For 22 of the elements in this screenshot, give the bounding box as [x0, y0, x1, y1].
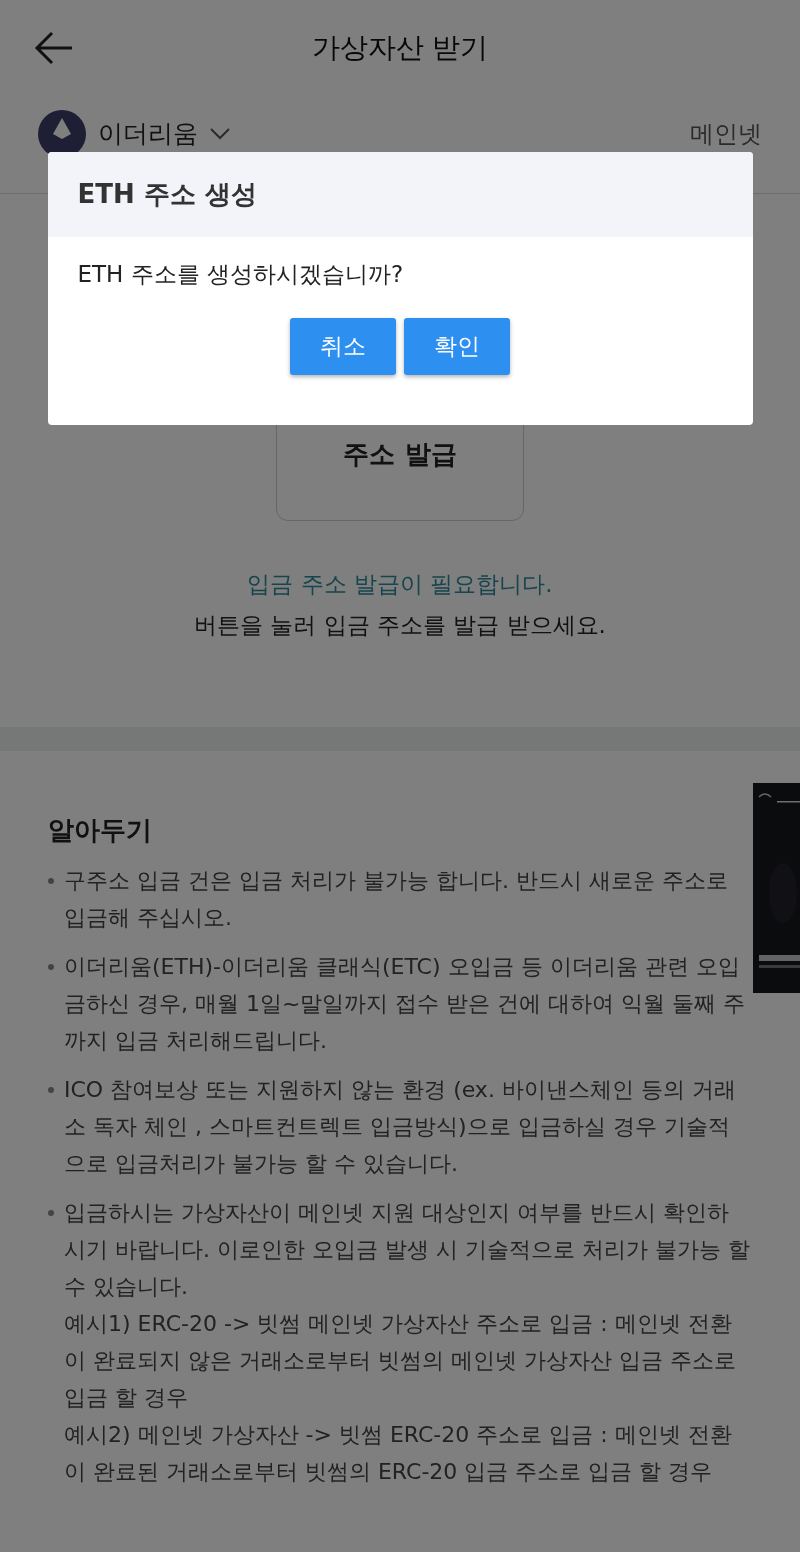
note-text: 이더리움(ETH)-이더리움 클래식(ETC) 오입금 등 이더리움 관련 오입금하신 경우, 매월 1일~말일까지 접수 받은 건에 대하여 익월 둘째 주까지 입금 처리해드립니다.	[64, 953, 747, 1055]
note-text: 입금하시는 가상자산이 메인넷 지원 대상인지 여부를 반드시 확인하시기 바랍니다. 이로인한 오입금 발생 시 기술적으로 처리가 불가능 할 수 있습니다.	[64, 1199, 750, 1301]
note-text: 구주소 입금 건은 입금 처리가 불가능 합니다. 반드시 새로운 주소로 입금해 주십시오.	[64, 867, 729, 932]
bullet-icon	[48, 878, 54, 884]
back-arrow-icon[interactable]	[34, 30, 74, 66]
dialog-title: ETH 주소 생성	[77, 178, 257, 211]
notes-title: 알아두기	[48, 814, 153, 847]
example-text: 예시2) 메인넷 가상자산 -> 빗썸 ERC-20 주소로 입금 : 메인넷 전환이 완료된 거래소로부터 빗썸의 ERC-20 입금 주소로 입금 할 경우	[64, 1421, 733, 1486]
confirm-button[interactable]: 확인	[404, 318, 510, 375]
page-title: 가상자산 받기	[311, 30, 489, 66]
dialog-message: ETH 주소를 생성하시겠습니까?	[77, 260, 405, 289]
notice-text: 버튼을 눌러 입금 주소를 발급 받으세요.	[194, 611, 606, 640]
network-label: 메인넷	[690, 118, 762, 150]
notice-highlight: 입금 주소 발급이 필요합니다.	[247, 570, 553, 599]
coin-name[interactable]: 이더리움	[98, 117, 198, 150]
bullet-icon	[48, 1210, 54, 1216]
note-text: ICO 참여보상 또는 지원하지 않는 환경 (ex. 바이낸스체인 등의 거래소 독자 체인 , 스마트컨트렉트 입금방식)으로 입금하실 경우 기술적으로 입금처리가 불가능 할 수 있습니다.	[64, 1076, 737, 1178]
chevron-down-icon[interactable]	[210, 127, 230, 140]
bullet-icon	[48, 964, 54, 970]
example-text: 예시1) ERC-20 -> 빗썸 메인넷 가상자산 주소로 입금 : 메인넷 전환이 완료되지 않은 거래소로부터 빗썸의 메인넷 가상자산 입금 주소로 입금 할 경우	[64, 1310, 737, 1412]
cancel-button[interactable]: 취소	[290, 318, 396, 375]
bullet-icon	[48, 1087, 54, 1093]
